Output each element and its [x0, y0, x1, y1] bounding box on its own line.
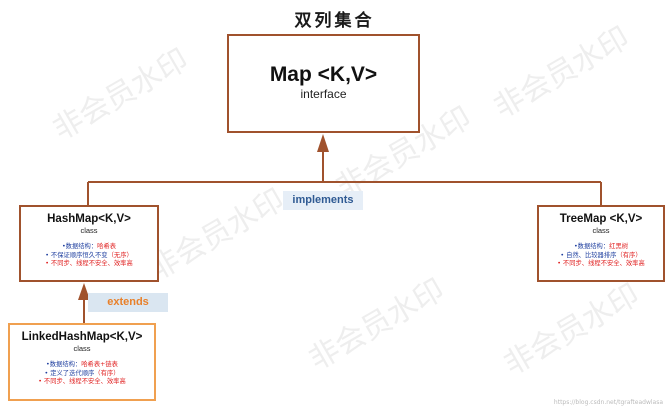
- linkedhashmap-fact-structure: •数据结构：哈希表+链表: [46, 361, 118, 368]
- hashmap-node-name: HashMap<K,V>: [47, 213, 131, 225]
- implements-label: implements: [283, 191, 363, 210]
- linkedhashmap-fact-order: • 定义了迭代顺序（有序）: [44, 369, 120, 377]
- hashmap-fact-order: • 不保证顺序恒久不变（无序）: [45, 251, 133, 259]
- extends-label: extends: [88, 293, 168, 312]
- hashmap-node-kind: class: [80, 226, 98, 235]
- treemap-node-name: TreeMap <K,V>: [559, 213, 643, 225]
- linkedhashmap-node-kind: class: [73, 344, 91, 353]
- hashmap-fact-sync: • 不同步、线程不安全、效率高: [45, 260, 133, 268]
- treemap-node-kind: class: [592, 226, 610, 235]
- treemap-fact-order: • 自然、比较器排序（有序）: [560, 251, 642, 259]
- linkedhashmap-fact-sync: • 不同步、线程不安全、效率高: [38, 378, 126, 386]
- map-node-kind: interface: [300, 87, 347, 101]
- treemap-node: TreeMap <K,V> class •数据结构：红黑树 • 自然、比较器排序…: [537, 205, 665, 282]
- treemap-fact-structure: •数据结构：红黑树: [573, 243, 629, 250]
- linkedhashmap-node: LinkedHashMap<K,V> class •数据结构：哈希表+链表 • …: [8, 323, 156, 401]
- hashmap-fact-structure: •数据结构：哈希表: [61, 243, 117, 250]
- diagram-title: 双列集合: [294, 11, 375, 31]
- treemap-fact-sync: • 不同步、线程不安全、效率高: [557, 260, 645, 268]
- implements-arrowhead: [317, 134, 329, 152]
- hashmap-node: HashMap<K,V> class •数据结构：哈希表 • 不保证顺序恒久不变…: [19, 205, 159, 282]
- map-interface-node: Map <K,V> interface: [227, 34, 420, 133]
- linkedhashmap-node-name: LinkedHashMap<K,V>: [21, 331, 143, 343]
- source-credit: https://blog.csdn.net/tgrafteadwlasa: [553, 399, 663, 406]
- map-node-name: Map <K,V>: [269, 63, 378, 86]
